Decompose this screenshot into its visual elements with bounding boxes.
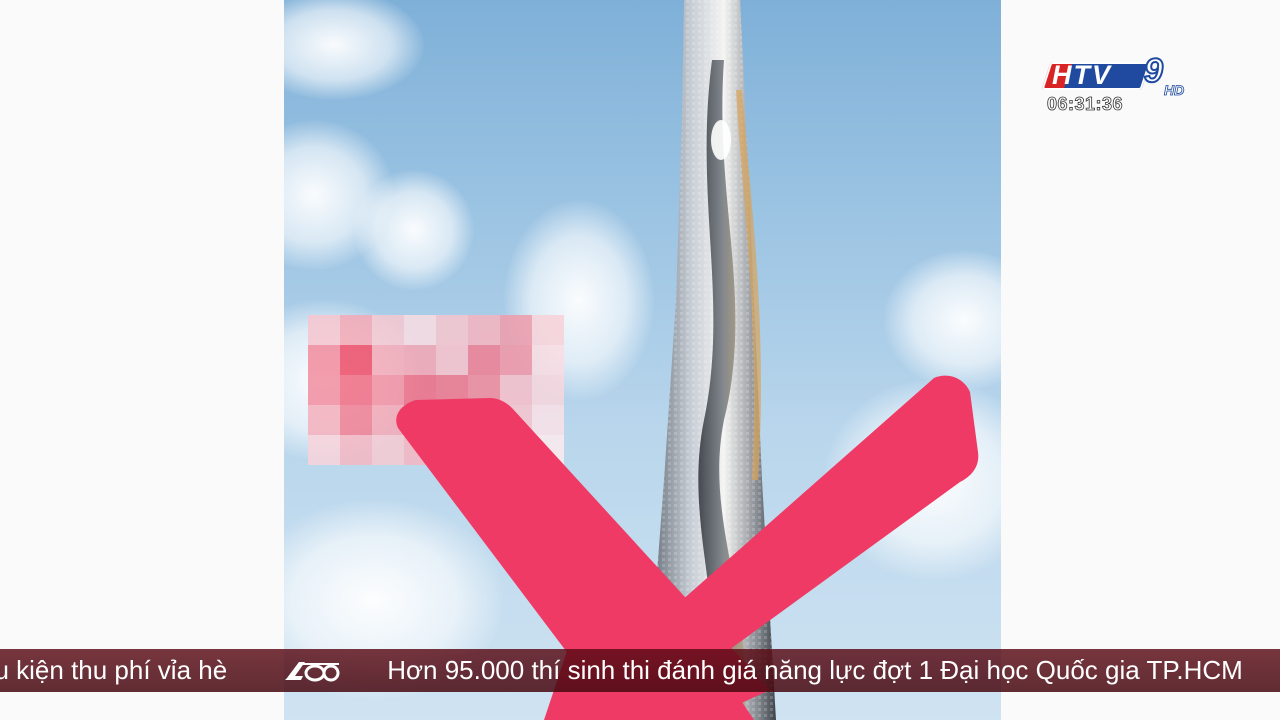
htv-separator-icon — [281, 656, 341, 686]
broadcast-clock: 06:31:36 — [1047, 94, 1124, 115]
ticker-headline: Hơn 95.000 thí sinh thi đánh giá năng lự… — [387, 655, 1243, 685]
big-x-icon — [396, 375, 979, 720]
ticker-headline: ều kiện thu phí vỉa hè — [0, 655, 228, 685]
logo-hd-badge: HD — [1164, 82, 1185, 99]
ticker-track: ều kiện thu phí vỉa hè Hơn 95.000 thí si… — [0, 649, 1243, 692]
broadcast-screen: HTV 9 HD 06:31:36 ều kiện thu phí vỉa hè… — [0, 0, 1280, 720]
logo-letters: HTV — [1052, 60, 1112, 90]
news-ticker: ều kiện thu phí vỉa hè Hơn 95.000 thí si… — [0, 649, 1280, 692]
video-frame — [284, 0, 1001, 720]
logo-number: 9 — [1143, 51, 1164, 91]
